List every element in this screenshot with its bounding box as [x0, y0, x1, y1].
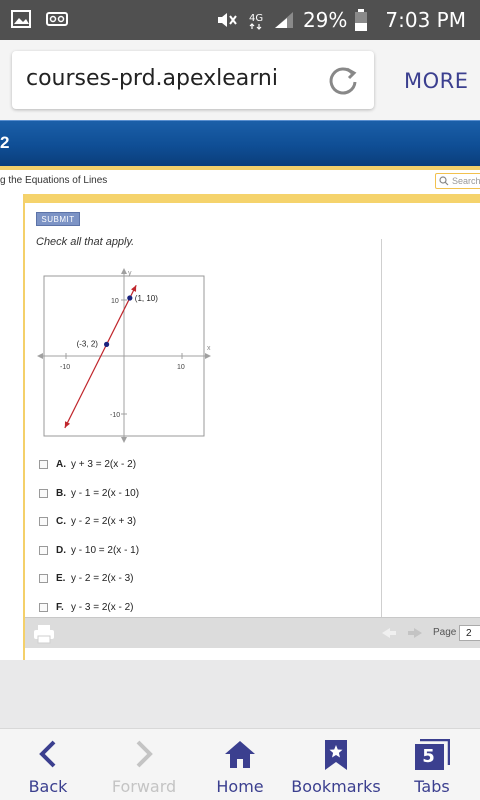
- x-axis-right-arrow: [205, 353, 211, 359]
- address-bar[interactable]: courses-prd.apexlearni: [12, 51, 374, 109]
- choice-f-checkbox[interactable]: [39, 603, 48, 612]
- search-icon: [439, 176, 449, 186]
- page-bottom-border: [25, 648, 480, 660]
- content-frame-top: [25, 194, 480, 203]
- x-axis-label: x: [207, 345, 211, 352]
- next-page-icon[interactable]: [408, 628, 422, 638]
- chevron-left-icon: [39, 740, 56, 768]
- choice-e[interactable]: E. y - 2 = 2(x - 3): [39, 571, 239, 587]
- page-number-input[interactable]: 2: [459, 625, 480, 641]
- choice-e-checkbox[interactable]: [39, 574, 48, 583]
- chevron-right-icon: [136, 740, 153, 768]
- svg-text:4G: 4G: [249, 13, 263, 24]
- url-text[interactable]: courses-prd.apexlearni: [26, 66, 306, 91]
- tabs-label: Tabs: [414, 777, 450, 796]
- forward-label: Forward: [111, 777, 177, 796]
- header-number: 2: [0, 133, 10, 152]
- page-label: Page: [433, 627, 457, 638]
- graph-point-label: (1, 10): [135, 294, 158, 303]
- panel-divider: [381, 239, 382, 617]
- choice-f-text: y - 3 = 2(x - 2): [71, 602, 134, 613]
- choice-d-text: y - 10 = 2(x - 1): [71, 545, 140, 556]
- home-icon: [225, 741, 255, 768]
- choice-b-text: y - 1 = 2(x - 10): [71, 488, 140, 499]
- image-icon: [11, 10, 31, 28]
- site-header: 2: [0, 120, 480, 166]
- back-label: Back: [28, 777, 68, 796]
- browser-bottom-nav: Back Forward Home Bookmarks 5 Tabs: [0, 728, 480, 800]
- voicemail-icon: [46, 12, 68, 26]
- choice-a-text: y + 3 = 2(x - 2): [71, 459, 137, 470]
- mute-icon: [217, 13, 237, 27]
- bookmarks-button[interactable]: Bookmarks: [288, 729, 384, 800]
- choice-c-letter: C.: [56, 516, 66, 527]
- lesson-title: g the Equations of Lines: [0, 175, 108, 186]
- y-axis-label: y: [128, 270, 132, 277]
- submit-button[interactable]: SUBMIT: [36, 212, 80, 226]
- graph-point: [104, 341, 110, 347]
- tick-label-x-pos: 10: [177, 364, 185, 371]
- search-placeholder: Search: [452, 176, 480, 186]
- graph-point-label: (-3, 2): [77, 339, 99, 348]
- choice-a-checkbox[interactable]: [39, 460, 48, 469]
- choice-f[interactable]: F. y - 3 = 2(x - 2): [39, 600, 239, 616]
- choice-f-letter: F.: [56, 602, 64, 613]
- more-button[interactable]: MORE: [404, 69, 469, 93]
- choice-c-text: y - 2 = 2(x + 3): [71, 516, 137, 527]
- tick-label-y-pos: 10: [111, 298, 119, 305]
- bookmarks-label: Bookmarks: [291, 777, 381, 796]
- lesson-bar: g the Equations of Lines Search: [0, 170, 480, 194]
- choice-b-checkbox[interactable]: [39, 489, 48, 498]
- choice-d-checkbox[interactable]: [39, 546, 48, 555]
- status-bar: 4G 29% 7:03 PM: [0, 0, 480, 40]
- y-axis-top-arrow: [121, 268, 127, 274]
- y-axis-bottom-arrow: [121, 437, 127, 443]
- signal-icon: [274, 12, 293, 28]
- search-input[interactable]: Search: [435, 173, 480, 189]
- page-nav-bar: Page 2: [25, 617, 480, 648]
- choice-a-letter: A.: [56, 459, 66, 470]
- print-icon[interactable]: [33, 624, 55, 644]
- bookmark-icon: [325, 740, 347, 770]
- choice-a[interactable]: A. y + 3 = 2(x - 2): [39, 457, 239, 473]
- choice-d-letter: D.: [56, 545, 66, 556]
- choice-e-text: y - 2 = 2(x - 3): [71, 573, 134, 584]
- choice-d[interactable]: D. y - 10 = 2(x - 1): [39, 543, 239, 559]
- browser-toolbar: courses-prd.apexlearni MORE: [0, 40, 480, 120]
- clock: 7:03 PM: [385, 8, 466, 32]
- graph-point: [127, 295, 133, 301]
- tick-label-y-neg: -10: [110, 412, 120, 419]
- choice-c[interactable]: C. y - 2 = 2(x + 3): [39, 514, 239, 530]
- battery-percent: 29%: [302, 8, 348, 32]
- coordinate-graph: x y -10 10 10 -10 (1, 10) (-3, 2): [37, 268, 211, 443]
- 4g-icon: 4G: [249, 13, 263, 30]
- home-button[interactable]: Home: [192, 729, 288, 800]
- home-label: Home: [216, 777, 264, 796]
- prev-page-icon[interactable]: [382, 628, 396, 638]
- choice-b-letter: B.: [56, 488, 66, 499]
- choice-e-letter: E.: [56, 573, 66, 584]
- x-axis-left-arrow: [37, 353, 43, 359]
- back-button[interactable]: Back: [0, 729, 96, 800]
- choice-c-checkbox[interactable]: [39, 517, 48, 526]
- choice-b[interactable]: B. y - 1 = 2(x - 10): [39, 486, 239, 502]
- reload-icon[interactable]: [326, 63, 360, 97]
- left-sidebar-strip: [0, 194, 25, 660]
- tabs-button[interactable]: 5 Tabs: [384, 729, 480, 800]
- forward-button[interactable]: Forward: [96, 729, 192, 800]
- battery-icon: [355, 9, 368, 31]
- page-arrows: [382, 628, 422, 638]
- instruction-text: Check all that apply.: [36, 236, 135, 248]
- tick-label-x-neg: -10: [60, 364, 70, 371]
- tabs-count: 5: [422, 746, 435, 767]
- question-panel: SUBMIT Check all that apply. x y -10 10 …: [25, 203, 480, 617]
